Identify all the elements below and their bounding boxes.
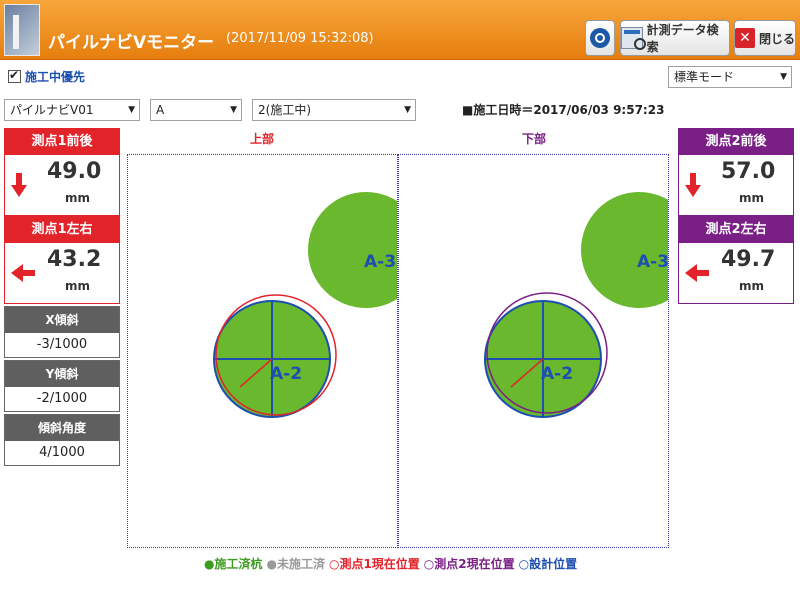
- tilt-angle-label: 傾斜角度: [5, 415, 119, 441]
- x-tilt-box: X傾斜 -3/1000: [4, 306, 120, 358]
- upper-panel-drawing: A-3 A-2: [213, 192, 397, 418]
- point1-left-right-label: 測点1左右: [5, 217, 119, 243]
- point1-left-right-value: 43.2: [47, 247, 102, 272]
- point2-front-back-value: 57.0: [721, 159, 776, 184]
- close-label: 閉じる: [759, 31, 796, 46]
- navi-select[interactable]: パイルナビV01 ▼: [4, 99, 140, 121]
- legend-point1: ○測点1現在位置: [328, 557, 420, 571]
- lower-panel-drawing: A-3 A-2: [484, 192, 669, 418]
- point1-left-right-unit: mm: [65, 279, 91, 293]
- point1-front-back-box: 測点1前後 49.0 mm: [4, 128, 120, 216]
- pile-label: A-2: [270, 364, 302, 384]
- arrow-down-icon: [685, 173, 701, 199]
- app-title: パイルナビVモニター: [48, 33, 215, 53]
- point2-left-right-unit: mm: [739, 279, 765, 293]
- point2-front-back-label: 測点2前後: [679, 129, 793, 155]
- legend: ●施工済杭 ●未施工済 ○測点1現在位置 ○測点2現在位置 ○設計位置: [204, 555, 577, 572]
- point1-front-back-label: 測点1前後: [5, 129, 119, 155]
- stage-select[interactable]: 2(施工中) ▼: [252, 99, 416, 121]
- arrow-down-icon: [11, 173, 27, 199]
- group-select[interactable]: A ▼: [150, 99, 242, 121]
- calendar-search-icon: [621, 27, 646, 50]
- chevron-down-icon: ▼: [404, 105, 411, 115]
- group-select-value: A: [156, 103, 165, 117]
- point1-front-back-value: 49.0: [47, 159, 102, 184]
- app-logo-icon: [4, 4, 40, 56]
- close-button[interactable]: ✕ 閉じる: [734, 20, 796, 56]
- legend-point2: ○測点2現在位置: [423, 557, 515, 571]
- lower-panel-label: 下部: [522, 132, 547, 146]
- chevron-down-icon: ▼: [128, 105, 135, 115]
- legend-not-done: ●未施工済: [266, 557, 325, 571]
- lower-panel: A-3 A-2: [398, 154, 669, 548]
- mode-select[interactable]: 標準モード ▼: [668, 66, 792, 88]
- legend-design: ○設計位置: [518, 557, 578, 571]
- stage-select-value: 2(施工中): [258, 103, 311, 117]
- neighbor-pile-label: A-3: [364, 252, 396, 272]
- chevron-down-icon: ▼: [230, 105, 237, 115]
- chevron-down-icon: ▼: [780, 72, 787, 82]
- measurement-search-label: 計測データ検索: [646, 23, 719, 54]
- tilt-angle-value: 4/1000: [39, 445, 85, 460]
- point2-left-right-label: 測点2左右: [679, 217, 793, 243]
- point2-front-back-box: 測点2前後 57.0 mm: [678, 128, 794, 216]
- y-tilt-box: Y傾斜 -2/1000: [4, 360, 120, 412]
- y-tilt-value: -2/1000: [36, 391, 88, 406]
- point1-front-back-unit: mm: [65, 191, 91, 205]
- refresh-button[interactable]: [585, 20, 615, 56]
- app-datetime: (2017/11/09 15:32:08): [226, 31, 374, 46]
- priority-checkbox-wrap[interactable]: 施工中優先: [8, 68, 85, 85]
- construction-start-time: ■施工日時＝2017/06/03 9:57:23: [462, 103, 665, 117]
- neighbor-pile: [581, 192, 668, 308]
- navi-select-value: パイルナビV01: [10, 103, 94, 117]
- arrow-left-icon: [11, 264, 35, 282]
- measurement-search-button[interactable]: 計測データ検索: [620, 20, 730, 56]
- upper-panel: A-3 A-2: [127, 154, 398, 548]
- title-bar: パイルナビVモニター (2017/11/09 15:32:08) 計測データ検索…: [0, 0, 800, 60]
- neighbor-pile-label: A-3: [637, 252, 669, 272]
- point2-front-back-unit: mm: [739, 191, 765, 205]
- tilt-angle-box: 傾斜角度 4/1000: [4, 414, 120, 466]
- priority-checkbox[interactable]: [8, 68, 21, 83]
- point1-left-right-box: 測点1左右 43.2 mm: [4, 216, 120, 304]
- neighbor-pile: [308, 192, 397, 308]
- y-tilt-label: Y傾斜: [5, 361, 119, 387]
- refresh-icon: [590, 28, 610, 48]
- close-icon: ✕: [735, 28, 755, 48]
- priority-label: 施工中優先: [25, 70, 86, 84]
- pile-label: A-2: [541, 364, 573, 384]
- upper-panel-label: 上部: [250, 132, 275, 146]
- point2-left-right-box: 測点2左右 49.7 mm: [678, 216, 794, 304]
- arrow-left-icon: [685, 264, 709, 282]
- point2-left-right-value: 49.7: [721, 247, 776, 272]
- mode-select-value: 標準モード: [674, 70, 735, 84]
- x-tilt-value: -3/1000: [36, 337, 88, 352]
- legend-done: ●施工済杭: [204, 557, 263, 571]
- x-tilt-label: X傾斜: [5, 307, 119, 333]
